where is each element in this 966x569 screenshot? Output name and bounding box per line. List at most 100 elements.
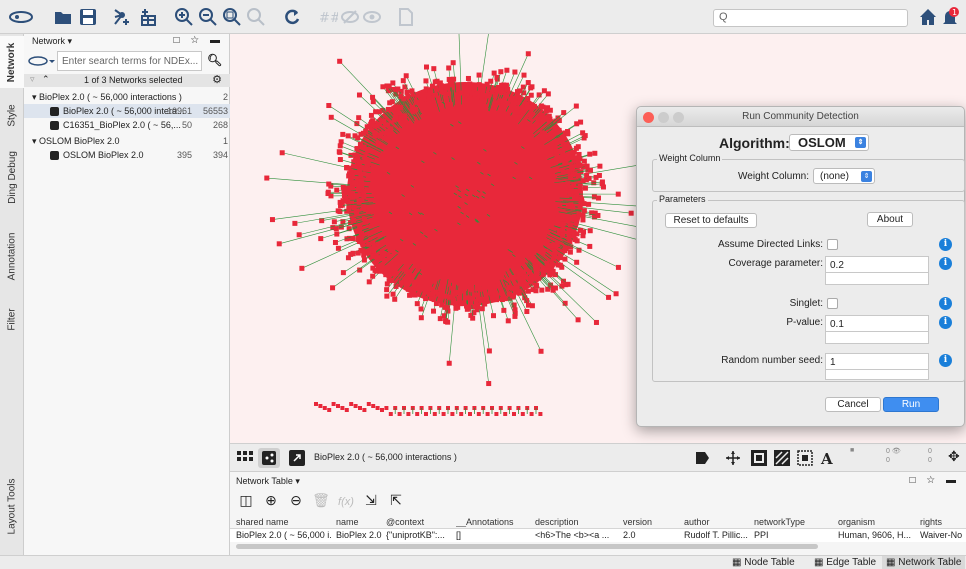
add-column-icon[interactable]: ⊕ [261,492,281,509]
tab-annotation[interactable]: Annotation [0,220,24,292]
unhide-icon[interactable] [340,7,360,27]
network-row[interactable]: BioPlex 2.0 ( ~ 56,000 intera... 10961 565… [24,104,230,118]
ndex-logo-icon[interactable] [8,7,34,27]
panel-window-controls[interactable]: □ ☆ ▬ [173,34,224,48]
info-icon[interactable]: i [939,238,952,251]
pan-icon[interactable]: ✥ [948,448,960,465]
tab-filter[interactable]: Filter [0,296,24,342]
export-image-icon[interactable] [694,450,712,466]
network-panel-header[interactable]: Network ▾ □ ☆ ▬ [24,34,230,48]
info-icon[interactable]: i [939,297,952,310]
info-icon[interactable]: i [939,354,952,367]
show-columns-icon[interactable]: ◫ [236,492,256,509]
cancel-button[interactable]: Cancel [825,397,881,412]
edge-table-tab[interactable]: ▦ Edge Table [810,556,880,569]
expand-caret-icon[interactable]: ▾ [32,92,39,102]
network-table-tab[interactable]: ▦ Network Table [882,556,966,569]
dialog-title-bar[interactable]: Run Community Detection [637,107,964,127]
table-window-controls[interactable]: □ ☆ ▬ [909,475,960,486]
ndex-search-input[interactable]: Enter search terms for NDEx... [57,51,202,71]
search-icon[interactable]: 🔍︎ [207,53,222,67]
open-folder-icon[interactable] [53,7,73,27]
column-header[interactable]: organism [838,517,916,527]
network-collection-row[interactable]: ▾ BioPlex 2.0 ( ~ 56,000 interactions ) 2 [24,90,230,104]
zoom-selected-icon[interactable] [246,7,266,27]
show-icon[interactable] [362,7,382,27]
table-scrollbar[interactable] [236,544,818,549]
column-header[interactable]: description [535,517,619,527]
table-cell[interactable]: Rudolf T. Pillic... [684,530,750,540]
function-builder-icon[interactable]: f(x) [336,496,356,508]
table-cell[interactable]: Human, 9606, H... [838,530,916,540]
column-header[interactable]: networkType [754,517,834,527]
table-cell[interactable]: Waiver-No r [920,530,962,540]
column-header[interactable]: author [684,517,750,527]
reset-defaults-button[interactable]: Reset to defaults [665,213,757,228]
grid-view-icon[interactable] [236,449,256,467]
hide-icon[interactable]: ## [318,7,338,27]
table-row[interactable]: BioPlex 2.0 ( ~ 56,000 i... BioPlex 2.0 (… [230,529,966,542]
table-cell[interactable]: BioPlex 2.0 ( ~ 56,000 i... [236,530,332,540]
refresh-icon[interactable] [282,7,302,27]
delete-column-icon[interactable]: ⊖ [286,492,306,509]
zoom-fit-icon[interactable] [222,7,242,27]
network-node [411,281,417,287]
network-row[interactable]: OSLOM BioPlex 2.0 395 394 [24,148,230,162]
algorithm-select[interactable]: OSLOM ⇕ [789,134,869,151]
column-header[interactable]: shared name [236,517,332,527]
save-icon[interactable] [78,7,98,27]
weight-column-select[interactable]: (none) ⇕ [813,168,875,184]
column-header[interactable]: rights [920,517,962,527]
tab-network[interactable]: Network [0,36,24,88]
network-view-icon[interactable] [258,448,280,468]
singlet-checkbox[interactable] [827,298,838,309]
zoom-in-icon[interactable] [174,7,194,27]
select-edges-icon[interactable] [773,449,791,467]
table-cell[interactable]: PPI [754,530,834,540]
tab-ding-debug[interactable]: Ding Debug [0,142,24,212]
tab-layout-tools[interactable]: Layout Tools [0,464,24,548]
info-icon[interactable]: i [939,257,952,270]
expand-icon[interactable]: ▿ [30,74,35,85]
tab-style[interactable]: Style [0,94,24,136]
column-header[interactable]: @context [386,517,452,527]
column-header[interactable]: name [336,517,382,527]
table-cell[interactable]: {"uniprotKB":... [386,530,452,540]
directed-links-checkbox[interactable] [827,239,838,250]
notification-icon[interactable]: 1 [940,7,960,27]
expand-caret-icon[interactable]: ▾ [32,136,39,146]
table-cell[interactable]: <h6>The <b><a ... [535,530,619,540]
table-cell[interactable]: 2.0 [623,530,680,540]
node-table-tab[interactable]: ▦ Node Table [728,556,799,569]
gear-icon[interactable]: ⚙ [212,73,222,86]
collapse-all-icon[interactable]: ⌃ [42,74,50,85]
detach-view-icon[interactable] [288,449,306,467]
select-annotations-icon[interactable] [796,449,814,467]
network-collection-row[interactable]: ▾ OSLOM BioPlex 2.0 1 [24,134,230,148]
home-icon[interactable] [918,7,938,27]
text-annotation-icon[interactable]: A [818,448,838,468]
column-header[interactable]: __Annotations [456,517,531,527]
random-seed-input[interactable]: 1 [825,353,929,370]
import-table-icon[interactable]: ⇲ [361,492,381,509]
toolbar-search-input[interactable]: Q [713,9,908,27]
table-cell[interactable]: [] [456,530,531,540]
import-network-icon[interactable] [112,7,132,27]
p-value-input[interactable]: 0.1 [825,315,929,332]
network-row[interactable]: C16351_BioPlex 2.0 ( ~ 56,... 50 268 [24,118,230,132]
network-table-header[interactable]: Network Table ▾ [236,476,300,487]
export-icon[interactable] [396,7,416,27]
column-header[interactable]: version [623,517,680,527]
zoom-out-icon[interactable] [198,7,218,27]
trash-icon[interactable]: 🗑︎ [311,492,331,509]
import-table-icon[interactable] [137,7,157,27]
run-button[interactable]: Run [883,397,939,412]
table-cell[interactable]: BioPlex 2.0 (... [336,530,382,540]
about-button[interactable]: About [867,212,913,227]
select-nodes-icon[interactable] [750,449,768,467]
coverage-parameter-input[interactable]: 0.2 [825,256,929,273]
ndex-source-icon[interactable] [27,54,55,68]
info-icon[interactable]: i [939,316,952,329]
export-table-icon[interactable]: ⇱ [386,492,406,509]
fit-content-icon[interactable] [724,450,742,466]
